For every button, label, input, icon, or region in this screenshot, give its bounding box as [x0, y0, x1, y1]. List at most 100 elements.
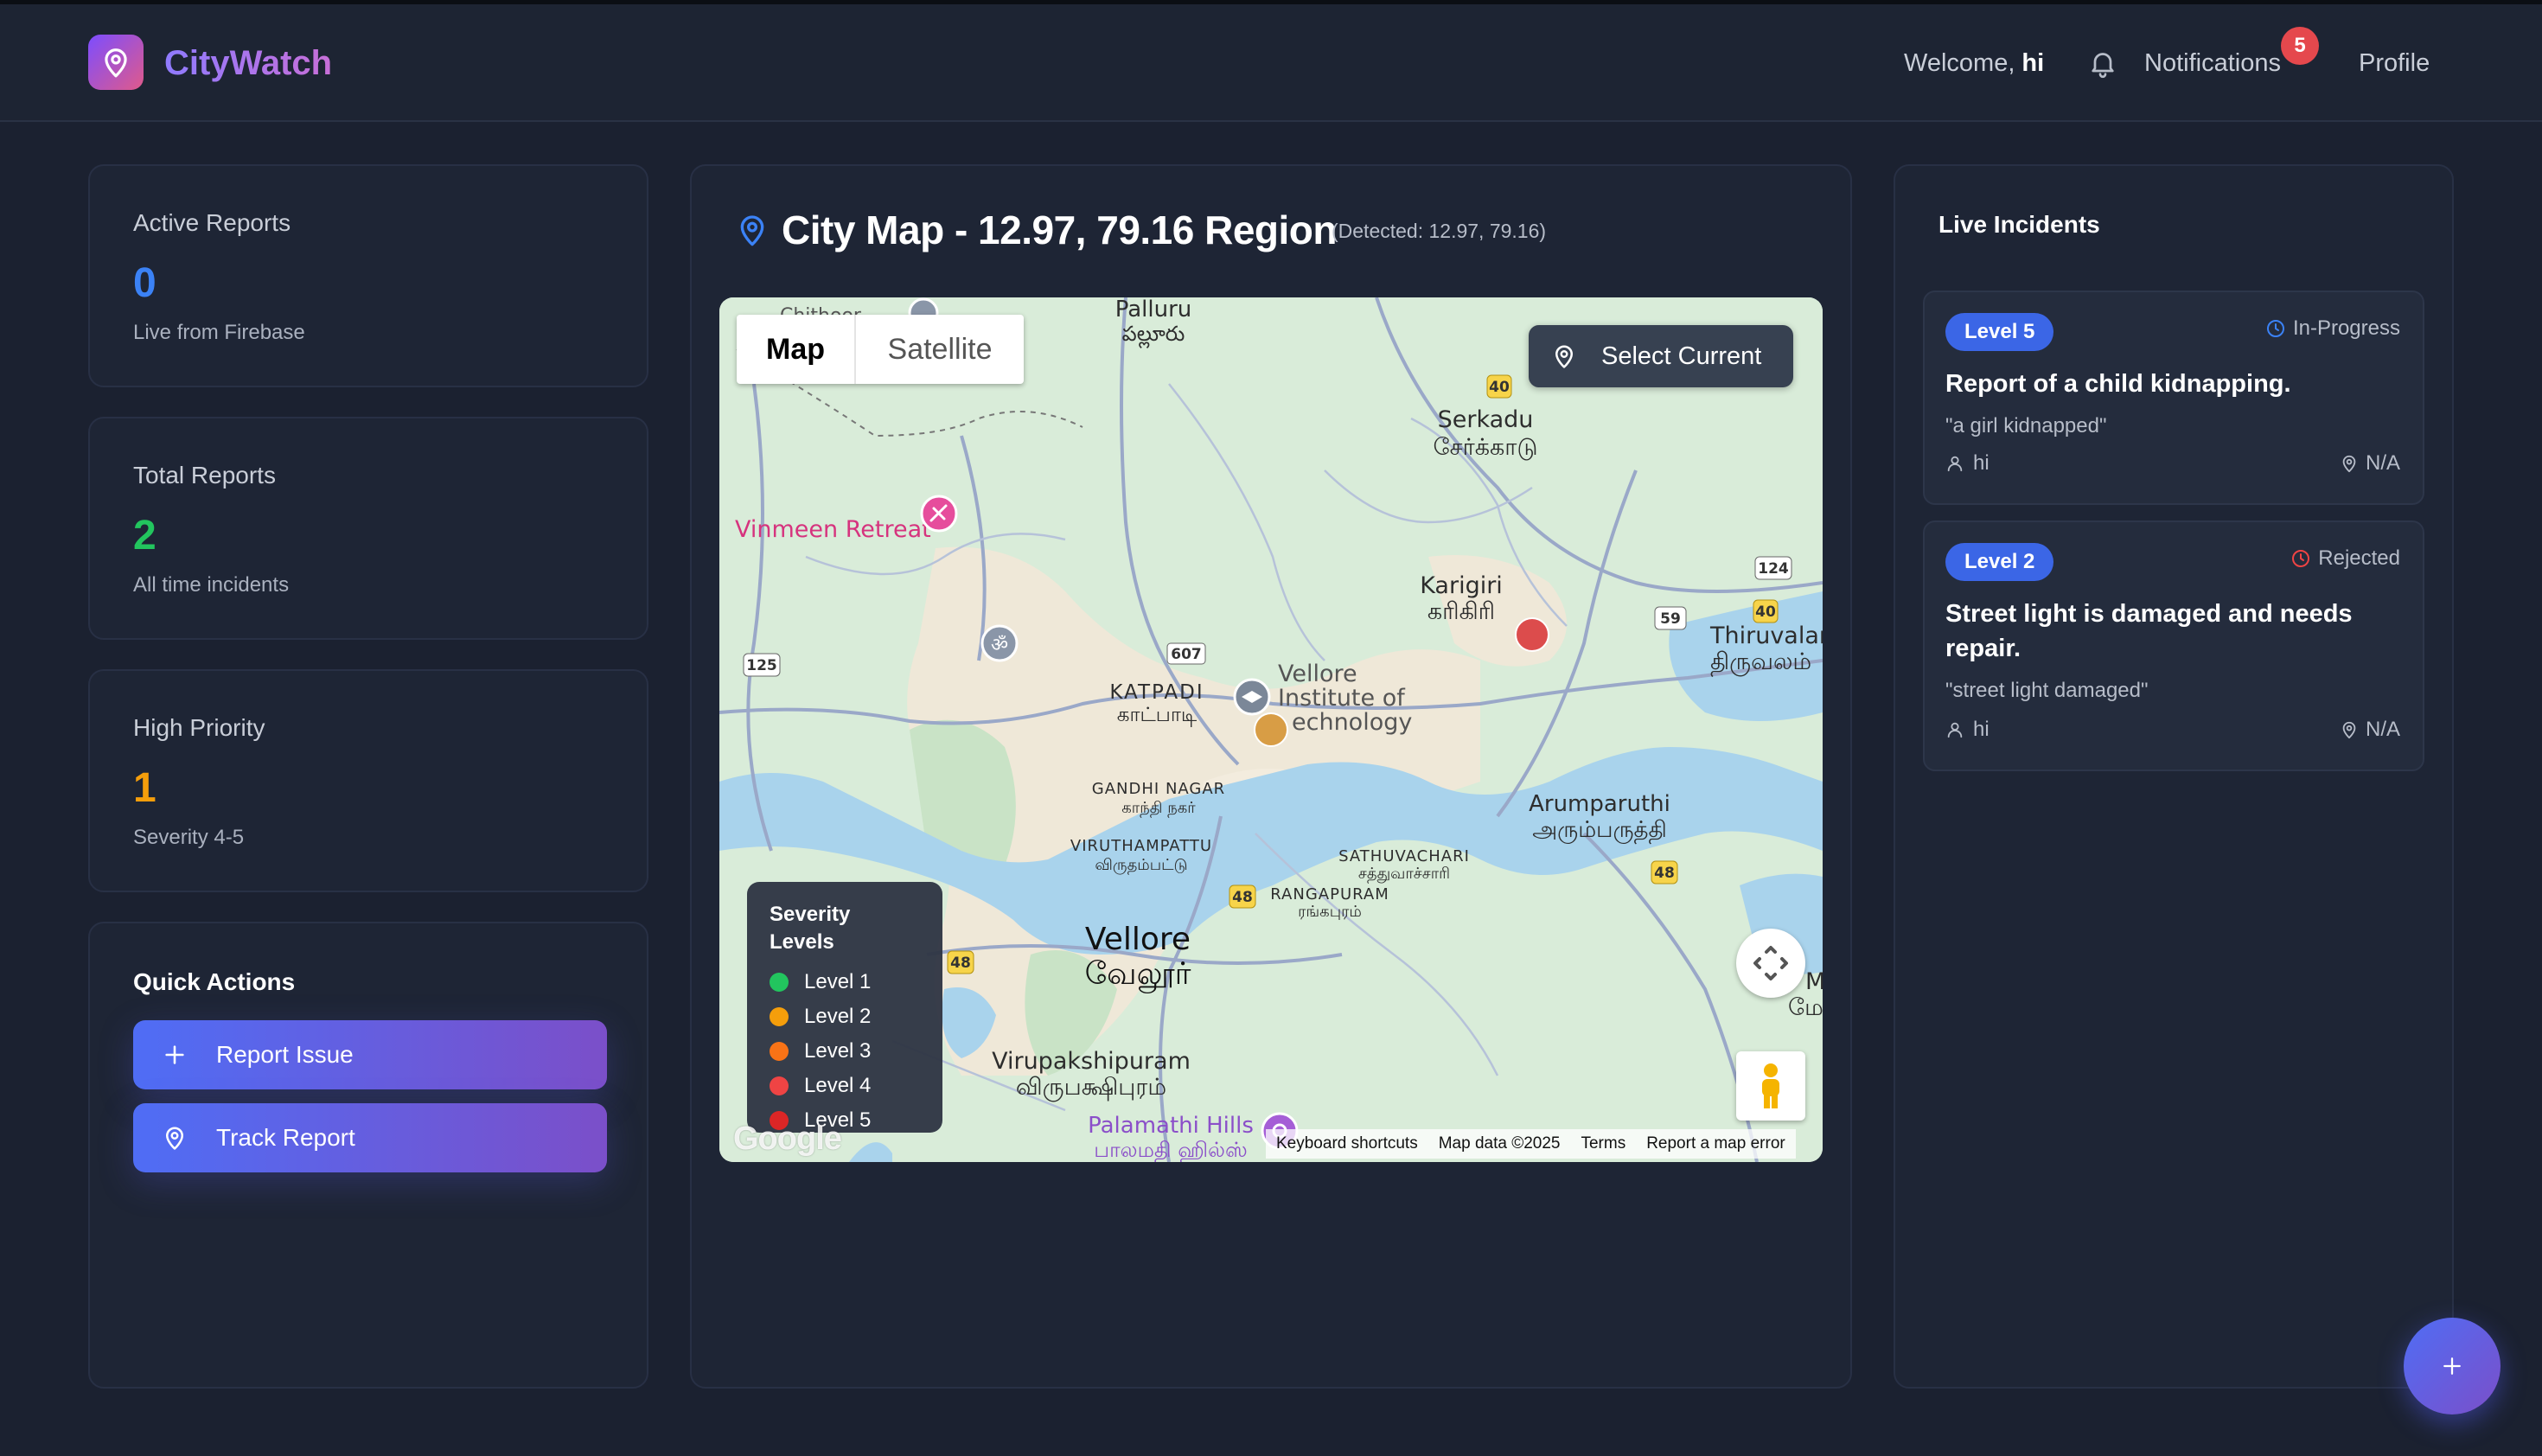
map-type-map-button[interactable]: Map: [737, 315, 854, 384]
welcome-text: Welcome, hi: [1904, 46, 2044, 80]
map-place-label: விருதம்பட்டு: [1095, 856, 1187, 875]
map-place-label: Vinmeen Retreat: [735, 516, 931, 543]
incident-status: In-Progress: [2265, 316, 2400, 341]
route-shield-label: 124: [1758, 560, 1789, 578]
plus-icon: [2443, 1357, 2461, 1375]
notifications-count-badge: 5: [2281, 27, 2319, 65]
brand-name[interactable]: CityWatch: [164, 39, 332, 87]
stat-subtitle: Live from Firebase: [133, 321, 305, 344]
select-current-label: Select Current: [1601, 342, 1762, 370]
map-place-label: வேலூர்: [1085, 956, 1191, 993]
location-pin-icon: [740, 215, 764, 246]
incident-status: Rejected: [2290, 546, 2400, 571]
incident-location: N/A: [2340, 451, 2400, 476]
poi-marker[interactable]: ॐ: [980, 624, 1019, 662]
map-camera-control[interactable]: [1736, 929, 1805, 998]
map-place-label: விருபக்ஷிபுரம்: [1016, 1074, 1166, 1102]
map-place-label: ரங்கபுரம்: [1298, 903, 1362, 921]
keyboard-shortcuts-link[interactable]: Keyboard shortcuts: [1276, 1134, 1418, 1153]
plus-icon: [165, 1045, 184, 1064]
stat-subtitle: All time incidents: [133, 573, 290, 597]
map-place-label: அரும்பருத்தி: [1532, 817, 1667, 844]
incident-card[interactable]: Level 5 In-Progress Report of a child ki…: [1923, 291, 2424, 505]
legend-item: Level 4: [770, 1069, 920, 1103]
location-pin-icon: [105, 48, 127, 78]
logo[interactable]: [88, 35, 144, 90]
incident-card[interactable]: Level 2 Rejected Street light is damaged…: [1923, 520, 2424, 771]
map-place-label: GANDHI NAGAR: [1092, 780, 1225, 798]
street-view-pegman[interactable]: [1736, 1051, 1805, 1121]
move-arrows-icon: [1753, 946, 1788, 980]
incident-marker-level-2[interactable]: [1254, 712, 1288, 747]
incident-title: Report of a child kidnapping.: [1945, 370, 2291, 398]
route-shield-label: 607: [1171, 646, 1202, 663]
incident-reporter: hi: [1945, 718, 1990, 742]
map-place-label: காட்பாடி: [1117, 704, 1198, 727]
legend-item: Level 3: [770, 1034, 920, 1069]
poi-marker[interactable]: [1233, 678, 1271, 716]
map-canvas[interactable]: 40 124 59 40 125 607 48 48 48 Palluru పల…: [719, 297, 1823, 1162]
severity-dot: [770, 1076, 789, 1095]
welcome-username: hi: [2021, 49, 2045, 77]
select-current-button[interactable]: Select Current: [1529, 325, 1793, 387]
map-place-label: KATPADI: [1109, 681, 1204, 704]
google-logo: Google: [733, 1121, 842, 1157]
report-map-error-link[interactable]: Report a map error: [1646, 1134, 1785, 1153]
map-place-label: echnology: [1292, 709, 1412, 736]
clock-icon: [2266, 320, 2284, 337]
incident-description: "a girl kidnapped": [1945, 414, 2107, 437]
map-place-label: Serkadu: [1438, 406, 1534, 433]
route-shield-label: 59: [1660, 610, 1681, 628]
incident-title: Street light is damaged and needs repair…: [1945, 600, 2353, 662]
legend-item: Level 2: [770, 999, 920, 1034]
map-place-label: Palluru: [1115, 297, 1192, 322]
map-place-label: Vellore: [1085, 922, 1191, 957]
map-place-label: மே: [1788, 994, 1823, 1021]
location-pin-icon: [1555, 345, 1573, 368]
stat-title: High Priority: [133, 714, 265, 741]
severity-legend: Severity Levels Level 1 Level 2 Level 3 …: [747, 882, 942, 1133]
stat-subtitle: Severity 4-5: [133, 826, 245, 849]
map-place-label: Karigiri: [1420, 572, 1503, 599]
route-shield-label: 125: [746, 657, 777, 674]
map-place-label: VIRUTHAMPATTU: [1070, 837, 1212, 855]
map-attribution-bar: Keyboard shortcuts Map data ©2025 Terms …: [1266, 1129, 1796, 1159]
pegman-icon: [1762, 1063, 1779, 1108]
legend-title: Severity Levels: [770, 903, 851, 954]
map-place-label: Virupakshipuram: [992, 1048, 1191, 1075]
user-icon: [1947, 456, 1963, 472]
floating-add-button[interactable]: +: [2404, 1318, 2500, 1414]
stat-value: 2: [133, 513, 156, 559]
map-place-label: சத்துவாச்சாரி: [1358, 865, 1450, 884]
map-type-satellite-button[interactable]: Satellite: [854, 315, 1024, 384]
legend-label: Level 1: [804, 970, 872, 993]
map-data-credit: Map data ©2025: [1438, 1134, 1561, 1153]
status-label: Rejected: [2318, 546, 2400, 570]
incident-description: "street light damaged": [1945, 679, 2149, 702]
map-place-label: சேர்க்காடு: [1434, 434, 1538, 461]
severity-badge: Level 5: [1945, 313, 2054, 351]
location-pin-icon: [2342, 721, 2356, 739]
track-report-button[interactable]: Track Report: [133, 1103, 607, 1172]
svg-text:ॐ: ॐ: [991, 635, 1008, 656]
welcome-prefix: Welcome,: [1904, 49, 2015, 77]
report-issue-button[interactable]: Report Issue: [133, 1020, 607, 1089]
route-shield-label: 40: [1489, 379, 1510, 396]
reporter-name: hi: [1973, 718, 1990, 741]
incident-location: N/A: [2340, 718, 2400, 742]
map-place-label: పల్లూరు: [1122, 322, 1185, 348]
profile-link[interactable]: Profile: [2359, 46, 2430, 80]
location-pin-icon: [166, 1127, 183, 1150]
map-place-label: பாலமதி ஹில்ஸ்: [1094, 1138, 1247, 1162]
terms-link[interactable]: Terms: [1581, 1134, 1625, 1153]
legend-item: Level 1: [770, 965, 920, 999]
high-priority-card: High Priority 1 Severity 4-5: [88, 669, 648, 892]
bell-icon[interactable]: [2087, 48, 2118, 79]
notifications-link[interactable]: Notifications: [2144, 46, 2281, 80]
location-pin-icon: [2342, 455, 2356, 473]
quick-actions-title: Quick Actions: [133, 968, 296, 995]
map-place-label: Palamathi Hills: [1088, 1113, 1254, 1139]
incident-marker-level-5[interactable]: [1515, 617, 1549, 652]
report-issue-label: Report Issue: [216, 1041, 354, 1068]
poi-marker[interactable]: [920, 495, 958, 533]
